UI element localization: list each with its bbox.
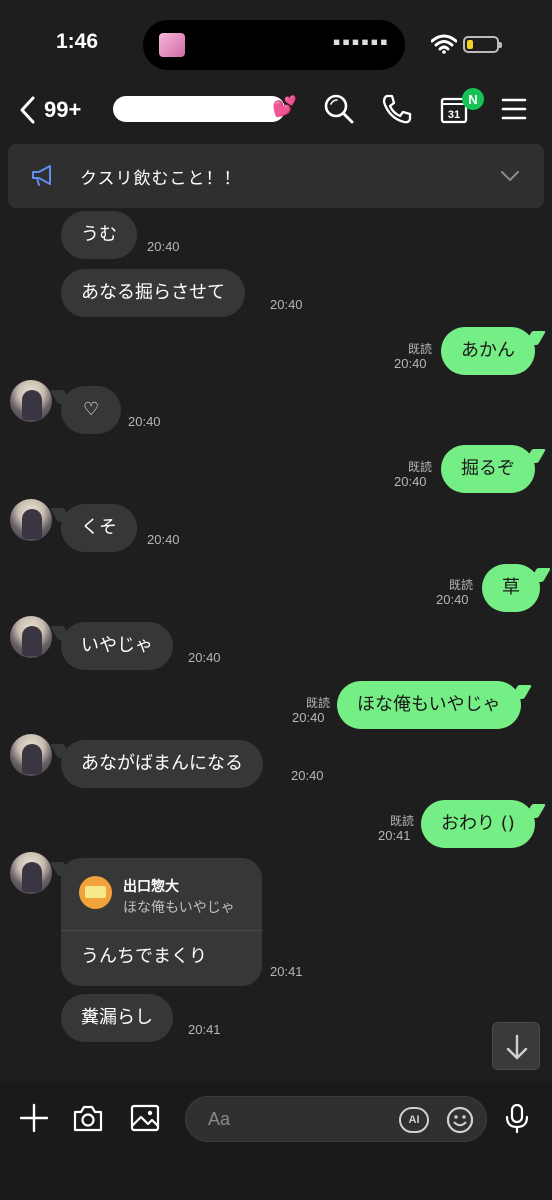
avatar[interactable] (10, 380, 52, 422)
arrow-down-icon (506, 1034, 528, 1060)
battery-icon (463, 36, 502, 53)
message-bubble-outgoing[interactable]: 掘るぞ (441, 445, 547, 493)
new-badge: N (462, 88, 484, 110)
message-time: 20:41 (378, 828, 411, 843)
message-text: おわり () (441, 813, 515, 834)
quoted-message-text: ほな俺もいやじゃ (123, 900, 235, 916)
message-time: 20:41 (188, 1022, 221, 1037)
message-time: 20:40 (436, 592, 469, 607)
camera-icon[interactable] (72, 1102, 104, 1134)
message-bubble-outgoing[interactable]: ほな俺もいやじゃ (337, 681, 532, 729)
unread-count: 99+ (44, 97, 82, 122)
message-bubble-outgoing[interactable]: おわり () (421, 800, 546, 848)
message-time: 20:40 (270, 297, 303, 312)
dynamic-island: ▪▪▪▪▪▪ (143, 20, 405, 70)
read-receipt: 既読 (306, 696, 331, 710)
message-time: 20:40 (147, 532, 180, 547)
avatar[interactable] (10, 616, 52, 658)
scroll-to-bottom-button[interactable] (492, 1022, 540, 1070)
message-bubble-incoming[interactable]: うむ (61, 211, 137, 259)
phone-icon[interactable] (380, 92, 414, 126)
message-bubble-incoming[interactable]: あながばまんになる (49, 740, 263, 788)
image-icon[interactable] (129, 1102, 161, 1134)
announcement-banner[interactable]: クスリ飲むこと！！ (8, 144, 544, 208)
chevron-left-icon (20, 96, 35, 124)
message-time: 20:40 (188, 650, 221, 665)
heart-icon: ♡ (83, 399, 100, 420)
message-text: あなる掘らさせて (81, 282, 225, 303)
redacted-chat-name (113, 96, 285, 122)
message-bubble-incoming[interactable]: くそ (49, 504, 137, 552)
message-list[interactable]: うむ 20:40 あなる掘らさせて 20:40 あかん 既読 20:40 ♡ 2… (0, 208, 552, 1082)
avatar[interactable] (10, 734, 52, 776)
chat-header: 99+ 💕 31 N (0, 88, 552, 132)
message-text: あながばまんになる (81, 753, 243, 774)
message-text: 草 (502, 577, 520, 598)
status-time: 1:46 (56, 30, 99, 53)
read-receipt: 既読 (390, 814, 415, 828)
hearts-icon: 💕 (272, 94, 297, 118)
message-time: 20:40 (292, 710, 325, 725)
message-text: くそ (81, 517, 117, 538)
plus-icon[interactable] (18, 1102, 50, 1134)
message-text: いやじゃ (81, 635, 153, 656)
chevron-down-icon[interactable] (500, 170, 520, 182)
status-bar: 1:46 ▪▪▪▪▪▪ (0, 0, 552, 88)
quoted-user-avatar (79, 876, 112, 909)
reply-message-bubble[interactable]: 出口惣大 ほな俺もいやじゃ うんちでまくり (49, 858, 262, 986)
message-input-bar: Aa AI (0, 1082, 552, 1200)
announcement-text: クスリ飲むこと！！ (80, 169, 242, 189)
microphone-icon[interactable] (501, 1102, 533, 1134)
now-playing-thumbnail (159, 33, 185, 57)
message-text: うんちでまくり (81, 946, 207, 967)
read-receipt: 既読 (449, 578, 474, 592)
message-bubble-outgoing[interactable]: あかん (441, 327, 547, 375)
message-input[interactable]: Aa AI (185, 1096, 487, 1142)
read-receipt: 既読 (408, 460, 433, 474)
message-bubble-incoming[interactable]: ♡ (49, 386, 122, 434)
avatar[interactable] (10, 499, 52, 541)
input-placeholder: Aa (208, 1109, 231, 1129)
megaphone-icon (32, 165, 51, 186)
message-time: 20:41 (270, 964, 303, 979)
message-bubble-incoming[interactable]: いやじゃ (49, 622, 173, 670)
calendar-day: 31 (448, 109, 460, 121)
message-text: 糞漏らし (81, 1007, 153, 1028)
reply-divider (61, 930, 262, 931)
message-time: 20:40 (147, 239, 180, 254)
message-bubble-outgoing[interactable]: 草 (482, 564, 552, 612)
message-bubble-incoming[interactable]: あなる掘らさせて (61, 269, 245, 317)
message-time: 20:40 (394, 356, 427, 371)
message-time: 20:40 (394, 474, 427, 489)
avatar[interactable] (10, 852, 52, 894)
message-time: 20:40 (291, 768, 324, 783)
back-button[interactable]: 99+ (18, 92, 81, 128)
message-text: あかん (461, 340, 515, 361)
menu-icon[interactable] (497, 92, 531, 126)
emoji-icon[interactable] (446, 1106, 474, 1134)
message-bubble-incoming[interactable]: 糞漏らし (61, 994, 173, 1042)
message-text: うむ (81, 224, 117, 245)
message-text: ほな俺もいやじゃ (357, 694, 501, 715)
message-time: 20:40 (128, 414, 161, 429)
read-receipt: 既読 (408, 342, 433, 356)
ai-button[interactable]: AI (399, 1107, 429, 1133)
audio-activity-icon: ▪▪▪▪▪▪ (332, 34, 389, 50)
quoted-user-name: 出口惣大 (123, 879, 179, 895)
message-text: 掘るぞ (461, 458, 515, 479)
search-icon[interactable] (322, 92, 356, 126)
wifi-icon (431, 34, 457, 54)
